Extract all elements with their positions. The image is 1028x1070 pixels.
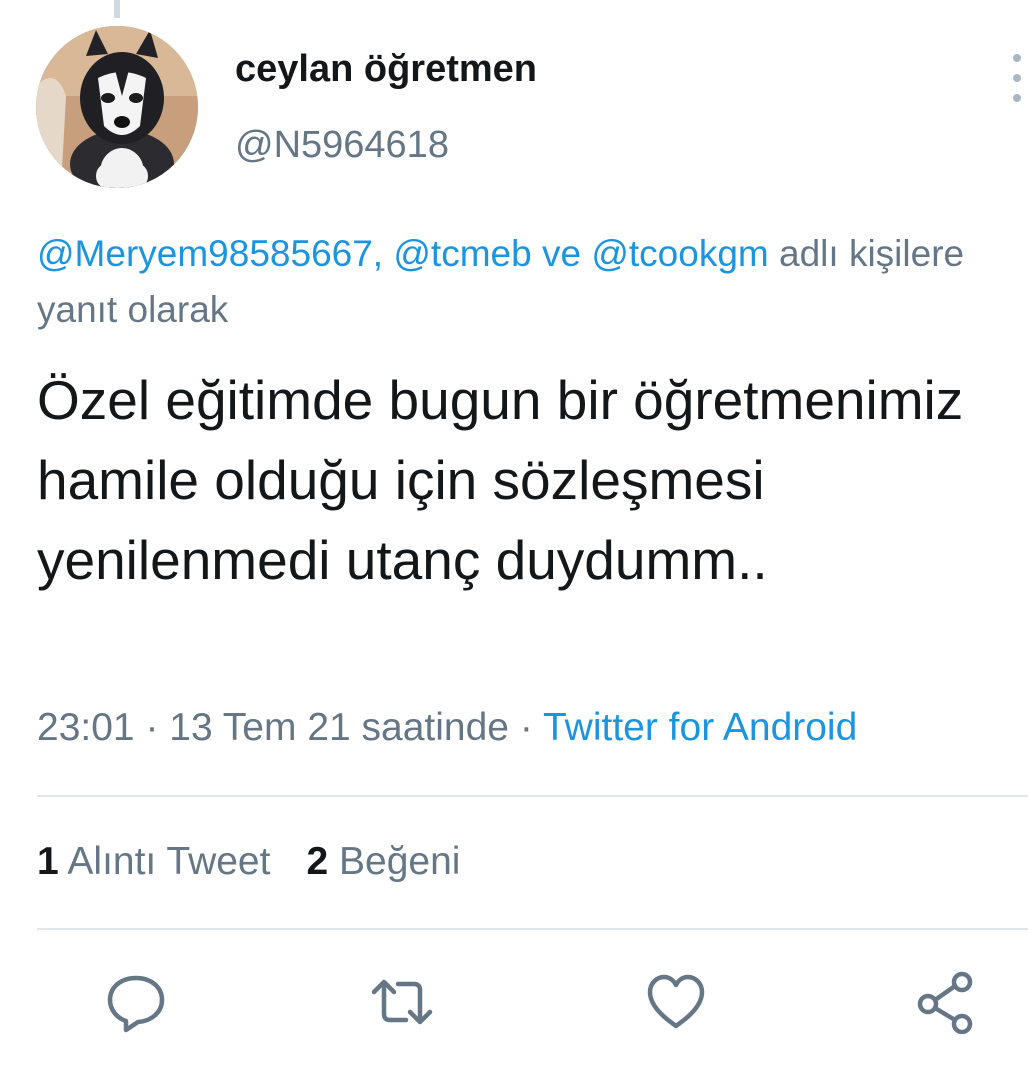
tweet-text: Özel eğitimde bugun bir öğretmenimiz ham…: [37, 369, 964, 591]
tweet-metadata: 23:01 · 13 Tem 21 saatinde · Twitter for…: [37, 706, 857, 750]
mention-link-meryem[interactable]: @Meryem98585667,: [37, 233, 383, 274]
like-count: 2: [306, 840, 329, 883]
author-handle[interactable]: @N5964618: [235, 124, 449, 167]
retweet-button[interactable]: [370, 970, 434, 1034]
share-icon: [917, 971, 973, 1034]
meta-separator: ·: [145, 706, 159, 749]
reply-icon: [107, 975, 165, 1033]
author-display-name[interactable]: ceylan öğretmen: [235, 48, 537, 91]
husky-puppy-avatar-image: [36, 26, 198, 188]
share-button[interactable]: [914, 970, 978, 1034]
like-icon: [647, 974, 705, 1029]
mention-link-tcmeb[interactable]: @tcmeb: [393, 233, 531, 274]
quote-label: Alıntı Tweet: [67, 840, 271, 883]
retweet-icon: [371, 979, 433, 1025]
avatar[interactable]: [36, 26, 198, 188]
like-button[interactable]: [644, 970, 708, 1034]
meta-separator: ·: [519, 706, 533, 749]
tweet-time: 23:01: [37, 706, 135, 749]
mention-link-tcookgm[interactable]: @tcookgm: [591, 233, 768, 274]
divider: [37, 928, 1028, 930]
thread-connector-line: [114, 0, 120, 18]
quote-count: 1: [37, 840, 59, 883]
divider: [37, 795, 1028, 797]
quote-tweets-stat[interactable]: 1 Alıntı Tweet: [37, 840, 270, 883]
more-options-icon[interactable]: [1006, 52, 1024, 104]
like-label: Beğeni: [339, 840, 461, 883]
reply-context: @Meryem98585667, @tcmeb ve @tcookgm adlı…: [37, 226, 1007, 338]
reply-button[interactable]: [104, 970, 168, 1034]
tweet-date: 13 Tem 21 saatinde: [169, 706, 509, 749]
tweet-source-link[interactable]: Twitter for Android: [543, 706, 857, 749]
mention-connector: ve: [541, 233, 582, 274]
likes-stat[interactable]: 2 Beğeni: [306, 840, 460, 883]
tweet-stats: 1 Alıntı Tweet 2 Beğeni: [37, 840, 460, 884]
